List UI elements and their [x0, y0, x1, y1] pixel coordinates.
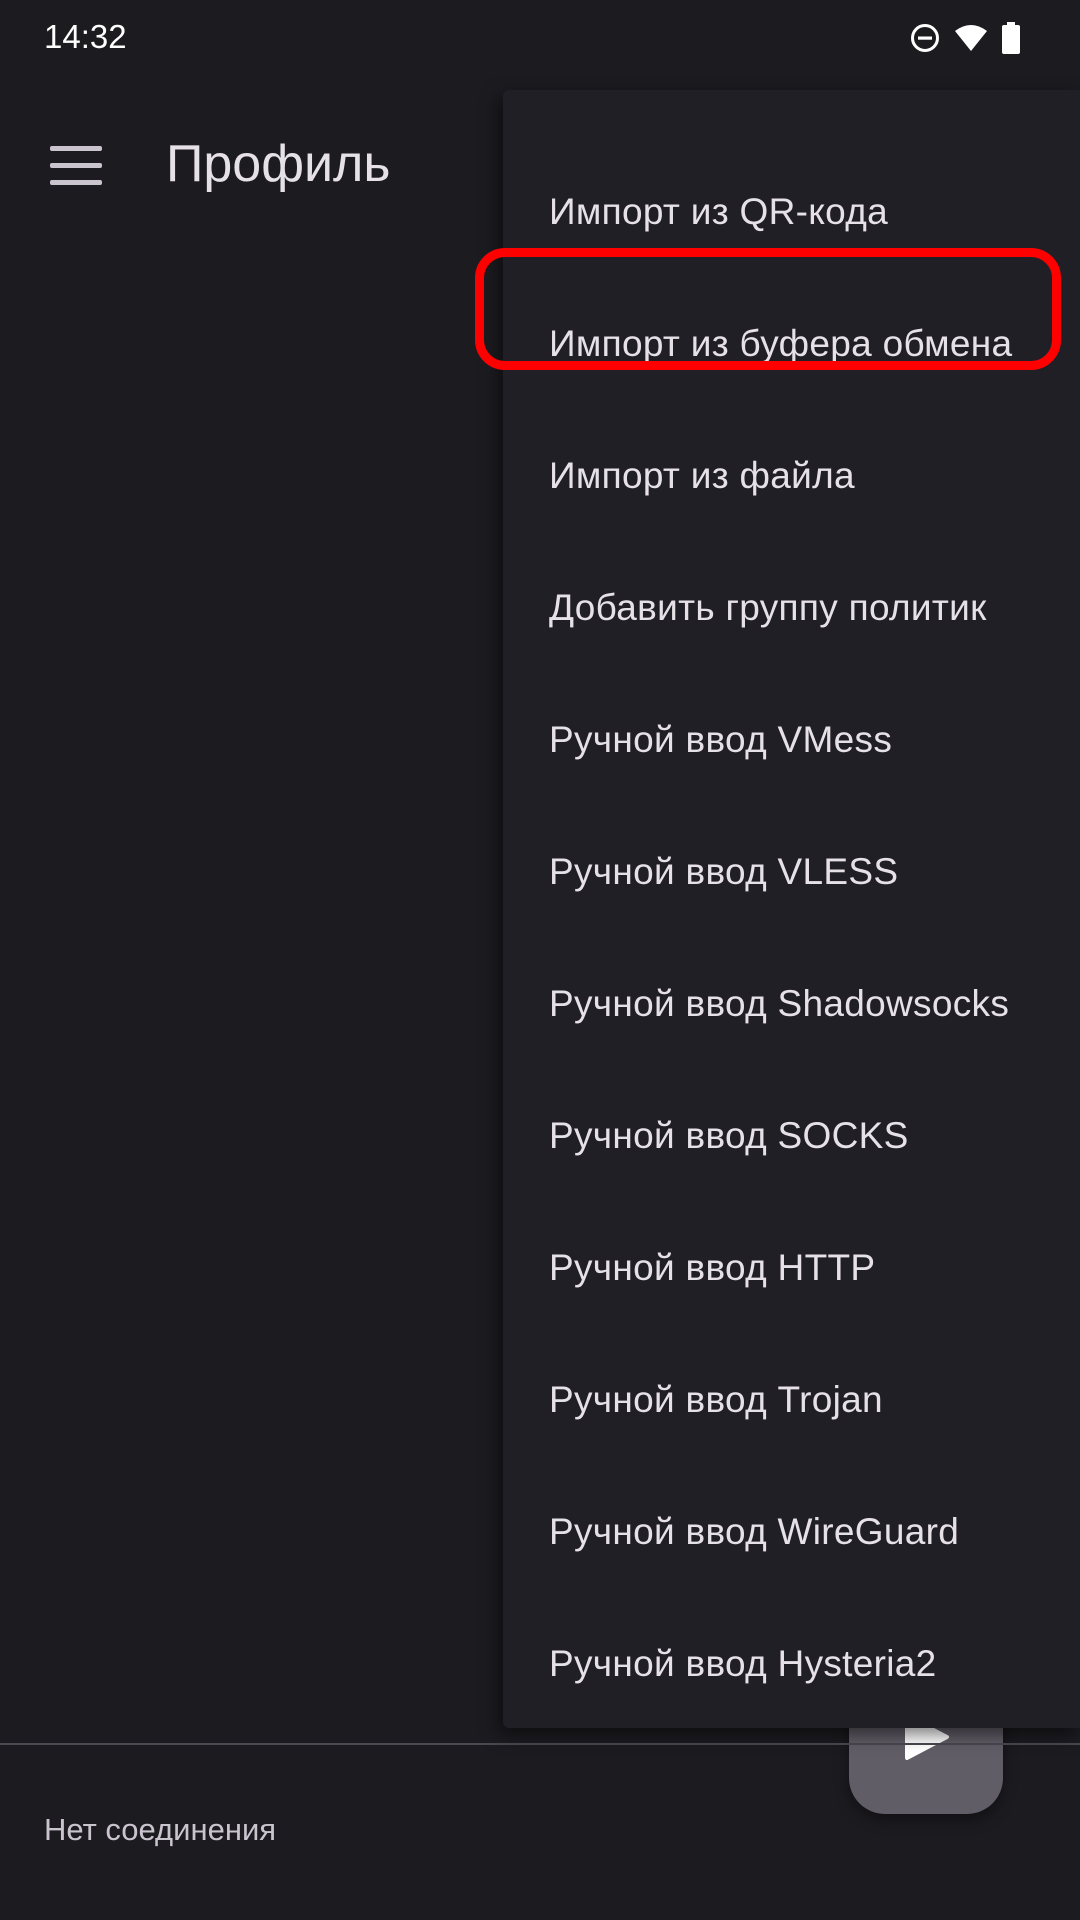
status-bar: 14:32 — [0, 0, 1080, 76]
do-not-disturb-icon — [910, 23, 940, 53]
menu-item-add-policy-group[interactable]: Добавить группу политик — [503, 542, 1080, 674]
menu-item-label: Ручной ввод VLESS — [549, 851, 899, 892]
menu-item-manual-socks[interactable]: Ручной ввод SOCKS — [503, 1070, 1080, 1202]
status-icons — [910, 20, 1020, 56]
page-title: Профиль — [166, 135, 391, 193]
menu-item-label: Ручной ввод Shadowsocks — [549, 983, 1010, 1024]
battery-icon — [1002, 22, 1020, 54]
menu-item-label: Импорт из файла — [549, 455, 855, 496]
menu-button[interactable] — [36, 126, 116, 206]
menu-item-manual-hysteria2[interactable]: Ручной ввод Hysteria2 — [503, 1598, 1080, 1730]
menu-item-label: Ручной ввод SOCKS — [549, 1115, 909, 1156]
menu-item-label: Ручной ввод VMess — [549, 719, 893, 760]
menu-item-manual-shadowsocks[interactable]: Ручной ввод Shadowsocks — [503, 938, 1080, 1070]
menu-item-label: Ручной ввод Trojan — [549, 1379, 883, 1420]
menu-item-import-file[interactable]: Импорт из файла — [503, 410, 1080, 542]
menu-item-label: Ручной ввод WireGuard — [549, 1511, 960, 1552]
menu-item-label: Добавить группу политик — [549, 587, 987, 628]
menu-item-label: Ручной ввод Hysteria2 — [549, 1643, 937, 1684]
status-time: 14:32 — [44, 18, 127, 55]
menu-item-manual-vmess[interactable]: Ручной ввод VMess — [503, 674, 1080, 806]
menu-item-manual-vless[interactable]: Ручной ввод VLESS — [503, 806, 1080, 938]
menu-icon — [36, 126, 116, 206]
bottom-divider — [0, 1743, 1080, 1745]
connection-status: Нет соединения — [44, 1812, 277, 1847]
menu-item-label: Ручной ввод HTTP — [549, 1247, 876, 1288]
menu-item-manual-trojan[interactable]: Ручной ввод Trojan — [503, 1334, 1080, 1466]
wifi-icon — [954, 23, 988, 53]
screen: 14:32 Профиль Нет соединения Импорт из Q… — [0, 0, 1080, 1920]
menu-item-label: Импорт из QR-кода — [549, 191, 889, 232]
highlight-annotation — [475, 248, 1061, 370]
menu-item-manual-http[interactable]: Ручной ввод HTTP — [503, 1202, 1080, 1334]
menu-item-manual-wireguard[interactable]: Ручной ввод WireGuard — [503, 1466, 1080, 1598]
